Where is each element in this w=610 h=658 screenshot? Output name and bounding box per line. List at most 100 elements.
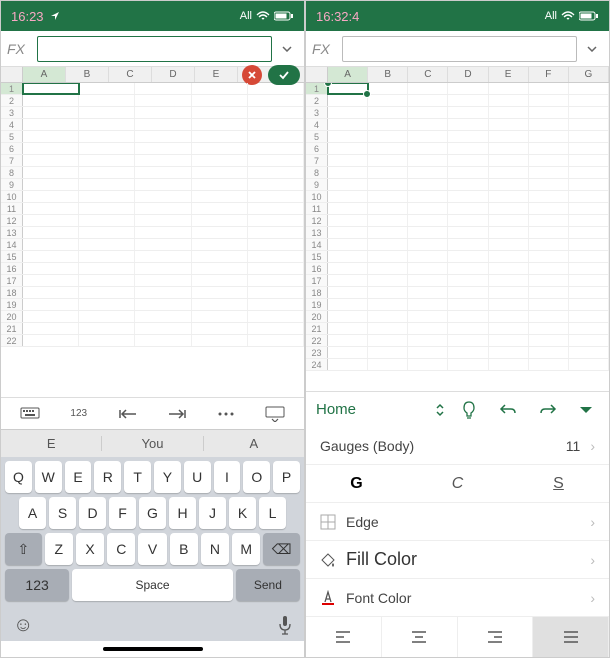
collapse-panel-icon[interactable]	[573, 405, 599, 415]
key-b[interactable]: B	[170, 533, 198, 565]
cell[interactable]	[328, 179, 368, 190]
italic-button[interactable]: C	[407, 465, 508, 502]
cell[interactable]	[135, 179, 191, 190]
cell[interactable]	[135, 335, 191, 346]
row-header[interactable]: 20	[306, 311, 328, 322]
cell[interactable]	[248, 203, 304, 214]
grid-right[interactable]: 123456789101112131415161718192021222324	[306, 83, 609, 391]
panel-tab-picker-icon[interactable]	[435, 402, 445, 418]
row-header[interactable]: 4	[1, 119, 23, 130]
cell[interactable]	[192, 227, 248, 238]
col-header-f[interactable]: F	[529, 67, 569, 82]
row-header[interactable]: 3	[1, 107, 23, 118]
cell[interactable]	[368, 215, 408, 226]
cell[interactable]	[79, 287, 135, 298]
suggestion-2[interactable]: You	[102, 436, 203, 451]
cell[interactable]	[23, 155, 79, 166]
cell[interactable]	[328, 215, 368, 226]
cell[interactable]	[23, 107, 79, 118]
cell[interactable]	[192, 107, 248, 118]
cell[interactable]	[328, 155, 368, 166]
row-header[interactable]: 4	[306, 119, 328, 130]
tab-forward-icon[interactable]	[161, 402, 193, 426]
cell[interactable]	[489, 191, 529, 202]
grid-left[interactable]: 12345678910111213141516171819202122	[1, 83, 304, 397]
font-picker-row[interactable]: Gauges (Body) 11 ›	[306, 427, 609, 465]
cell[interactable]	[23, 227, 79, 238]
cell[interactable]	[448, 299, 488, 310]
key-z[interactable]: Z	[45, 533, 73, 565]
cell[interactable]	[569, 95, 609, 106]
cell[interactable]	[23, 263, 79, 274]
cell[interactable]	[248, 275, 304, 286]
row-header[interactable]: 6	[306, 143, 328, 154]
cell[interactable]	[248, 263, 304, 274]
cell[interactable]	[23, 131, 79, 142]
cell[interactable]	[368, 95, 408, 106]
key-p[interactable]: P	[273, 461, 300, 493]
cell[interactable]	[79, 251, 135, 262]
cell[interactable]	[328, 311, 368, 322]
cell[interactable]	[135, 311, 191, 322]
cell[interactable]	[448, 119, 488, 130]
cell[interactable]	[529, 347, 569, 358]
cell[interactable]	[368, 287, 408, 298]
row-header[interactable]: 21	[1, 323, 23, 334]
cell[interactable]	[569, 359, 609, 370]
cell[interactable]	[79, 323, 135, 334]
cell[interactable]	[79, 215, 135, 226]
key-u[interactable]: U	[184, 461, 211, 493]
cell[interactable]	[328, 131, 368, 142]
cell[interactable]	[489, 203, 529, 214]
cell[interactable]	[192, 263, 248, 274]
col-header-d[interactable]: D	[448, 67, 488, 82]
key-s[interactable]: S	[49, 497, 76, 529]
cell[interactable]	[529, 95, 569, 106]
cell[interactable]	[328, 107, 368, 118]
cell[interactable]	[448, 167, 488, 178]
key-i[interactable]: I	[214, 461, 241, 493]
cell[interactable]	[135, 275, 191, 286]
cell[interactable]	[448, 95, 488, 106]
cell[interactable]	[489, 347, 529, 358]
cell[interactable]	[489, 227, 529, 238]
cell[interactable]	[489, 95, 529, 106]
cell[interactable]	[248, 179, 304, 190]
row-header[interactable]: 8	[306, 167, 328, 178]
key-f[interactable]: F	[109, 497, 136, 529]
col-header-c[interactable]: C	[109, 67, 152, 82]
cell[interactable]	[368, 191, 408, 202]
cell[interactable]	[448, 107, 488, 118]
cell[interactable]	[79, 167, 135, 178]
cell[interactable]	[23, 179, 79, 190]
cell[interactable]	[79, 311, 135, 322]
panel-tab-home[interactable]: Home	[316, 401, 425, 418]
cell[interactable]	[248, 155, 304, 166]
cell[interactable]	[529, 131, 569, 142]
cell[interactable]	[529, 323, 569, 334]
cell[interactable]	[448, 191, 488, 202]
cell[interactable]	[248, 83, 304, 94]
cell[interactable]	[489, 83, 529, 94]
cell[interactable]	[328, 191, 368, 202]
row-header[interactable]: 21	[306, 323, 328, 334]
cell[interactable]	[448, 275, 488, 286]
cell[interactable]	[192, 155, 248, 166]
cell[interactable]	[448, 143, 488, 154]
align-justify-button[interactable]	[533, 617, 609, 657]
cell[interactable]	[192, 179, 248, 190]
confirm-button[interactable]	[268, 65, 300, 85]
cell[interactable]	[489, 107, 529, 118]
send-key[interactable]: Send	[236, 569, 300, 601]
cell[interactable]	[192, 335, 248, 346]
cell[interactable]	[408, 311, 448, 322]
home-indicator[interactable]	[1, 641, 304, 657]
cell[interactable]	[248, 323, 304, 334]
cell[interactable]	[569, 107, 609, 118]
emoji-icon[interactable]: ☺	[13, 614, 33, 637]
mic-icon[interactable]	[278, 615, 292, 635]
col-header-c[interactable]: C	[408, 67, 448, 82]
cell[interactable]	[529, 275, 569, 286]
cell[interactable]	[569, 179, 609, 190]
cell[interactable]	[489, 143, 529, 154]
